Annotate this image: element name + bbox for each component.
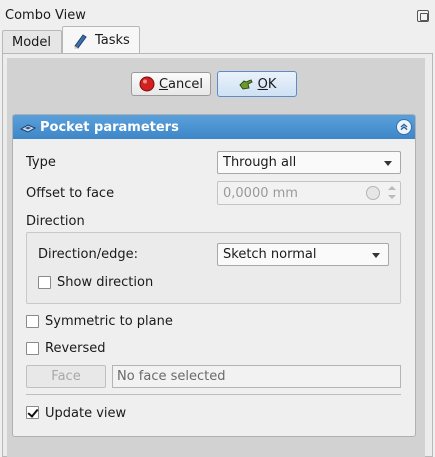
chevron-down-icon [372, 253, 380, 258]
tab-bar: Model Tasks [0, 26, 435, 54]
reversed-checkbox[interactable] [26, 342, 39, 355]
tab-tasks[interactable]: Tasks [62, 26, 140, 54]
cancel-button[interactable]: Cancel [131, 72, 211, 96]
spin-arrows[interactable] [387, 185, 397, 201]
spin-up-icon [388, 186, 396, 190]
symmetric-checkbox[interactable] [26, 315, 39, 328]
tab-tasks-label: Tasks [95, 33, 130, 48]
direction-edge-value: Sketch normal [223, 247, 317, 262]
face-button-label: Face [51, 369, 81, 384]
float-window-icon[interactable] [417, 10, 429, 22]
tab-model[interactable]: Model [2, 30, 62, 54]
type-label: Type [26, 155, 56, 170]
pocket-icon [20, 124, 36, 133]
ok-hand-icon [238, 79, 253, 90]
face-button[interactable]: Face [26, 365, 106, 388]
combo-view-titlebar: Combo View [0, 0, 435, 26]
direction-group-label: Direction [26, 214, 85, 229]
cancel-button-label: Cancel [158, 76, 204, 92]
expression-icon[interactable] [366, 186, 380, 200]
pocket-parameters-header[interactable]: Pocket parameters [13, 115, 415, 139]
type-dropdown-value: Through all [223, 155, 297, 170]
cancel-icon [139, 76, 155, 92]
ok-button-label: OK [257, 76, 277, 92]
tab-model-label: Model [12, 35, 52, 50]
reversed-label: Reversed [45, 341, 106, 356]
face-field-value: No face selected [117, 369, 226, 384]
symmetric-label: Symmetric to plane [45, 314, 173, 329]
chevron-down-icon [384, 161, 392, 166]
collapse-icon[interactable] [396, 119, 412, 135]
offset-spinbox[interactable]: 0,0000 mm [217, 181, 401, 205]
pencil-icon [74, 33, 87, 49]
type-dropdown[interactable]: Through all [217, 151, 401, 174]
separator [26, 394, 401, 395]
face-field[interactable]: No face selected [112, 365, 401, 388]
panel-title: Pocket parameters [40, 119, 179, 135]
show-direction-label: Show direction [57, 275, 154, 290]
window-title: Combo View [5, 8, 86, 23]
offset-label: Offset to face [26, 186, 115, 201]
direction-edge-dropdown[interactable]: Sketch normal [217, 243, 389, 266]
update-view-label: Update view [45, 406, 127, 421]
update-view-checkbox[interactable] [26, 406, 39, 419]
offset-value: 0,0000 mm [223, 185, 298, 201]
direction-edge-label: Direction/edge: [38, 247, 138, 262]
show-direction-checkbox[interactable] [38, 276, 51, 289]
spin-down-icon [388, 195, 396, 199]
ok-button[interactable]: OK [217, 71, 297, 97]
